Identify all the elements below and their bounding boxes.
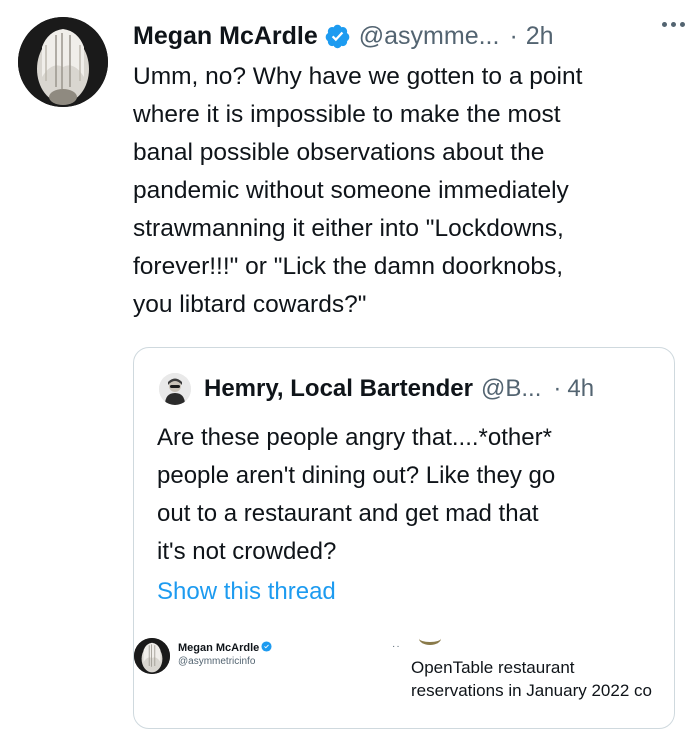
tweet-text-line: you libtard cowards?" <box>133 291 367 318</box>
quoted-tweet-card[interactable]: Hemry, Local Bartender @B... · 4h Are th… <box>133 347 675 729</box>
tweet-text: Umm, no? Why have we gotten to a point w… <box>133 58 673 324</box>
quoted-author-avatar-image <box>159 373 191 405</box>
author-avatar-image <box>18 17 108 107</box>
tweet-text-line: where it is impossible to make the most <box>133 101 561 128</box>
quoted-text-line: Are these people angry that....*other* <box>157 424 552 451</box>
tweet-text-line: strawmanning it either into "Lockdowns, <box>133 215 564 242</box>
author-name[interactable]: Megan McArdle <box>133 22 318 51</box>
embedded-text-line: reservations in January 2022 co <box>411 681 652 700</box>
quoted-text-line: it's not crowded? <box>157 538 337 565</box>
embedded-text-line: OpenTable restaurant <box>411 658 575 677</box>
verified-badge-icon <box>324 23 351 50</box>
tweet-header: Megan McArdle @asymme... · 2h <box>133 14 678 58</box>
more-options-icon[interactable] <box>658 14 685 32</box>
quoted-author-avatar[interactable] <box>159 373 191 405</box>
tweet-timestamp[interactable]: 2h <box>526 22 554 51</box>
embedded-author-avatar <box>134 638 170 674</box>
quoted-author-handle[interactable]: @B... <box>481 375 541 403</box>
embedded-author-name-text: Megan McArdle <box>178 642 260 654</box>
embedded-author-name: Megan McArdle <box>178 641 272 654</box>
quoted-author-name[interactable]: Hemry, Local Bartender <box>204 375 473 403</box>
quoted-text-line: out to a restaurant and get mad that <box>157 500 539 527</box>
quoted-tweet-text: Are these people angry that....*other* p… <box>157 419 657 571</box>
quoted-tweet-header: Hemry, Local Bartender @B... · 4h <box>204 370 664 408</box>
show-thread-link[interactable]: Show this thread <box>157 578 336 606</box>
author-avatar[interactable] <box>18 17 108 107</box>
verified-badge-icon <box>261 641 272 652</box>
tweet-text-line: forever!!!" or "Lick the damn doorknobs, <box>133 253 564 280</box>
embedded-author-handle: @asymmetricinfo <box>178 656 256 667</box>
tweet-text-line: banal possible observations about the <box>133 139 545 166</box>
embedded-tweet-image[interactable]: Megan McArdle @asymmetricinfo ·· OpenTab… <box>134 638 674 728</box>
embedded-image-fragment <box>419 632 441 645</box>
tweet-text-line: pandemic without someone immediately <box>133 177 569 204</box>
quoted-tweet-timestamp[interactable]: 4h <box>567 375 594 403</box>
quoted-text-line: people aren't dining out? Like they go <box>157 462 556 489</box>
tweet[interactable]: Megan McArdle @asymme... · 2h Umm, no? W… <box>0 0 691 729</box>
tweet-text-line: Umm, no? Why have we gotten to a point <box>133 63 583 90</box>
separator-dot: · <box>553 375 562 402</box>
separator-dot: · <box>509 21 518 50</box>
author-handle[interactable]: @asymme... <box>359 22 500 51</box>
embedded-more-dots: ·· <box>392 641 401 652</box>
